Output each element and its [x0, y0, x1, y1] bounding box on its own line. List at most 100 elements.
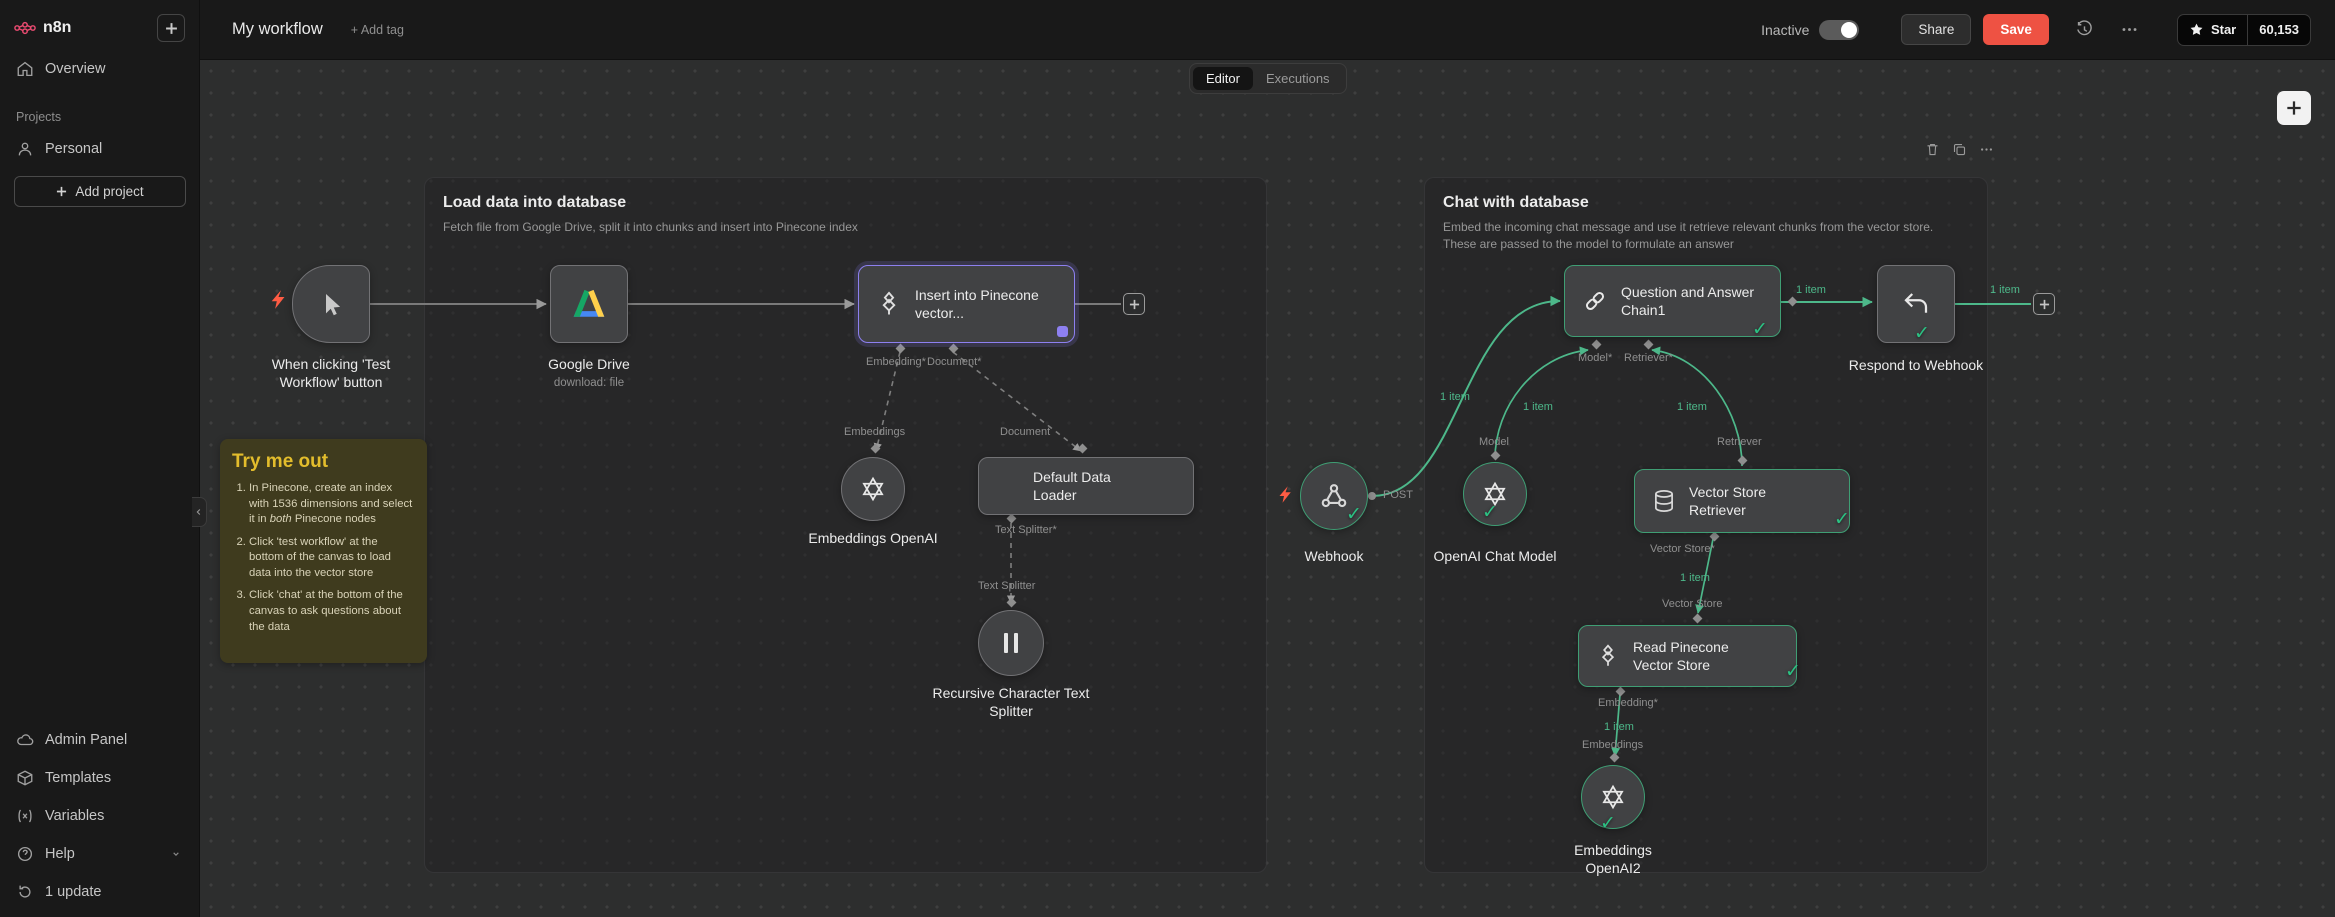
- node-sublabel: download: file: [553, 377, 625, 390]
- group-title: Chat with database: [1443, 194, 1589, 211]
- connection-items-label: 1 item: [1680, 572, 1710, 584]
- success-check-icon: ✓: [1482, 502, 1498, 523]
- node-label: Webhook: [1304, 548, 1364, 564]
- sticky-step-3: Click 'chat' at the bottom of the canvas…: [249, 588, 415, 635]
- document-icon: [995, 473, 1021, 499]
- connection-items-label: 1 item: [1440, 391, 1470, 403]
- workflow-canvas[interactable]: Editor Executions Load data into databas…: [200, 60, 2335, 917]
- openai-icon: [1599, 783, 1627, 811]
- sidebar-item-variables[interactable]: Variables: [0, 797, 199, 835]
- node-title: Default Data Loader: [1033, 468, 1111, 503]
- success-check-icon: ✓: [1785, 661, 1801, 682]
- workflow-title[interactable]: My workflow: [232, 20, 323, 39]
- node-title: Insert into Pinecone vector...: [915, 286, 1039, 321]
- node-label: Embeddings OpenAI: [808, 530, 938, 546]
- group-subtitle: Embed the incoming chat message and use …: [1443, 220, 1934, 252]
- projects-header: Projects: [16, 110, 62, 124]
- tab-editor[interactable]: Editor: [1193, 67, 1253, 90]
- github-star-widget[interactable]: Star 60,153: [2176, 13, 2311, 46]
- delete-icon[interactable]: [1925, 142, 1940, 157]
- group-actions-toolbar: [1925, 142, 1994, 157]
- node-title: Read Pinecone Vector Store: [1633, 638, 1729, 673]
- input-label: Embedding*: [866, 356, 926, 368]
- sticky-steps: In Pinecone, create an index with 1536 d…: [232, 481, 415, 635]
- node-google-drive[interactable]: [550, 265, 628, 343]
- node-embeddings-openai[interactable]: [841, 457, 905, 521]
- input-label: Vector Store*: [1650, 543, 1715, 555]
- add-tag-button[interactable]: + Add tag: [351, 23, 404, 37]
- sidebar-item-admin-panel[interactable]: Admin Panel: [0, 721, 199, 759]
- active-toggle[interactable]: [1819, 19, 1860, 40]
- overview-label: Overview: [45, 61, 106, 77]
- node-badge: [1057, 326, 1068, 337]
- output-label: Vector Store: [1662, 598, 1723, 610]
- refresh-icon: [16, 883, 34, 901]
- brand-text: n8n: [43, 19, 72, 36]
- sidebar-item-updates[interactable]: 1 update: [0, 873, 199, 911]
- more-icon[interactable]: [1979, 142, 1994, 157]
- history-icon[interactable]: [2075, 20, 2094, 39]
- sticky-title: Try me out: [232, 451, 329, 472]
- input-label: Retriever*: [1624, 352, 1673, 364]
- output-label: Text Splitter: [978, 580, 1036, 592]
- toggle-knob: [1841, 21, 1858, 38]
- connection-items-label: 1 item: [1990, 284, 2020, 296]
- node-title: Question and Answer Chain1: [1621, 283, 1755, 318]
- tab-executions[interactable]: Executions: [1253, 67, 1343, 90]
- save-button[interactable]: Save: [1983, 14, 2049, 45]
- add-connection-button[interactable]: [1123, 293, 1145, 315]
- connection-items-label: 1 item: [1677, 401, 1707, 413]
- sidebar-item-overview[interactable]: Overview: [0, 50, 199, 88]
- success-check-icon: ✓: [1834, 509, 1850, 530]
- node-qa-chain[interactable]: Question and Answer Chain1: [1564, 265, 1781, 337]
- github-star-icon: [2189, 22, 2204, 37]
- pause-icon: [1004, 633, 1018, 653]
- openai-icon: [859, 475, 887, 503]
- node-read-pinecone[interactable]: Read Pinecone Vector Store: [1578, 625, 1797, 687]
- google-drive-icon: [572, 287, 606, 321]
- chain-icon: [1581, 287, 1609, 315]
- node-text-splitter[interactable]: [978, 610, 1044, 676]
- node-pinecone-insert[interactable]: Insert into Pinecone vector...: [858, 265, 1075, 343]
- connection-items-label: 1 item: [1796, 284, 1826, 296]
- input-label: Text Splitter*: [995, 524, 1057, 536]
- sticky-note[interactable]: Try me out In Pinecone, create an index …: [220, 439, 427, 663]
- sidebar-item-help[interactable]: Help: [0, 835, 199, 873]
- variable-icon: [16, 807, 34, 825]
- pinecone-icon: [1595, 643, 1621, 669]
- sidebar-item-personal[interactable]: Personal: [0, 130, 199, 168]
- node-title: Vector Store Retriever: [1689, 483, 1767, 518]
- duplicate-icon[interactable]: [1952, 142, 1967, 157]
- database-icon: [1651, 488, 1677, 514]
- webhook-bolt-icon: [1278, 484, 1293, 510]
- node-manual-trigger[interactable]: [292, 265, 370, 343]
- add-node-button[interactable]: [2277, 91, 2311, 125]
- plus-icon: [1129, 299, 1139, 309]
- n8n-logo-icon: [14, 20, 36, 36]
- sidebar-collapse-handle[interactable]: [192, 497, 207, 527]
- pinecone-icon: [875, 290, 903, 318]
- chevron-down-icon: [169, 847, 183, 861]
- package-icon: [16, 769, 34, 787]
- node-label: OpenAI Chat Model: [1433, 548, 1557, 564]
- webhook-icon: [1319, 481, 1349, 511]
- success-check-icon: ✓: [1914, 323, 1930, 344]
- cloud-icon: [16, 731, 34, 749]
- n8n-logo[interactable]: n8n: [14, 19, 71, 37]
- more-options-icon[interactable]: [2120, 20, 2139, 39]
- node-default-data-loader[interactable]: Default Data Loader: [978, 457, 1194, 515]
- node-label: Google Drive download: file: [509, 355, 669, 391]
- sidebar-item-templates[interactable]: Templates: [0, 759, 199, 797]
- group-title: Load data into database: [443, 194, 627, 211]
- sidebar: n8n Overview Projects Personal Add proje…: [0, 0, 200, 917]
- new-workflow-button[interactable]: [157, 14, 185, 42]
- add-connection-button[interactable]: [2033, 293, 2055, 315]
- node-vector-store-retriever[interactable]: Vector Store Retriever: [1634, 469, 1850, 533]
- success-check-icon: ✓: [1752, 319, 1768, 340]
- share-button[interactable]: Share: [1901, 14, 1972, 45]
- topbar: My workflow + Add tag Inactive Share Sav…: [200, 0, 2335, 60]
- add-project-button[interactable]: Add project: [14, 176, 186, 207]
- home-icon: [16, 60, 34, 78]
- help-icon: [16, 845, 34, 863]
- node-label: Recursive Character Text Splitter: [932, 685, 1090, 720]
